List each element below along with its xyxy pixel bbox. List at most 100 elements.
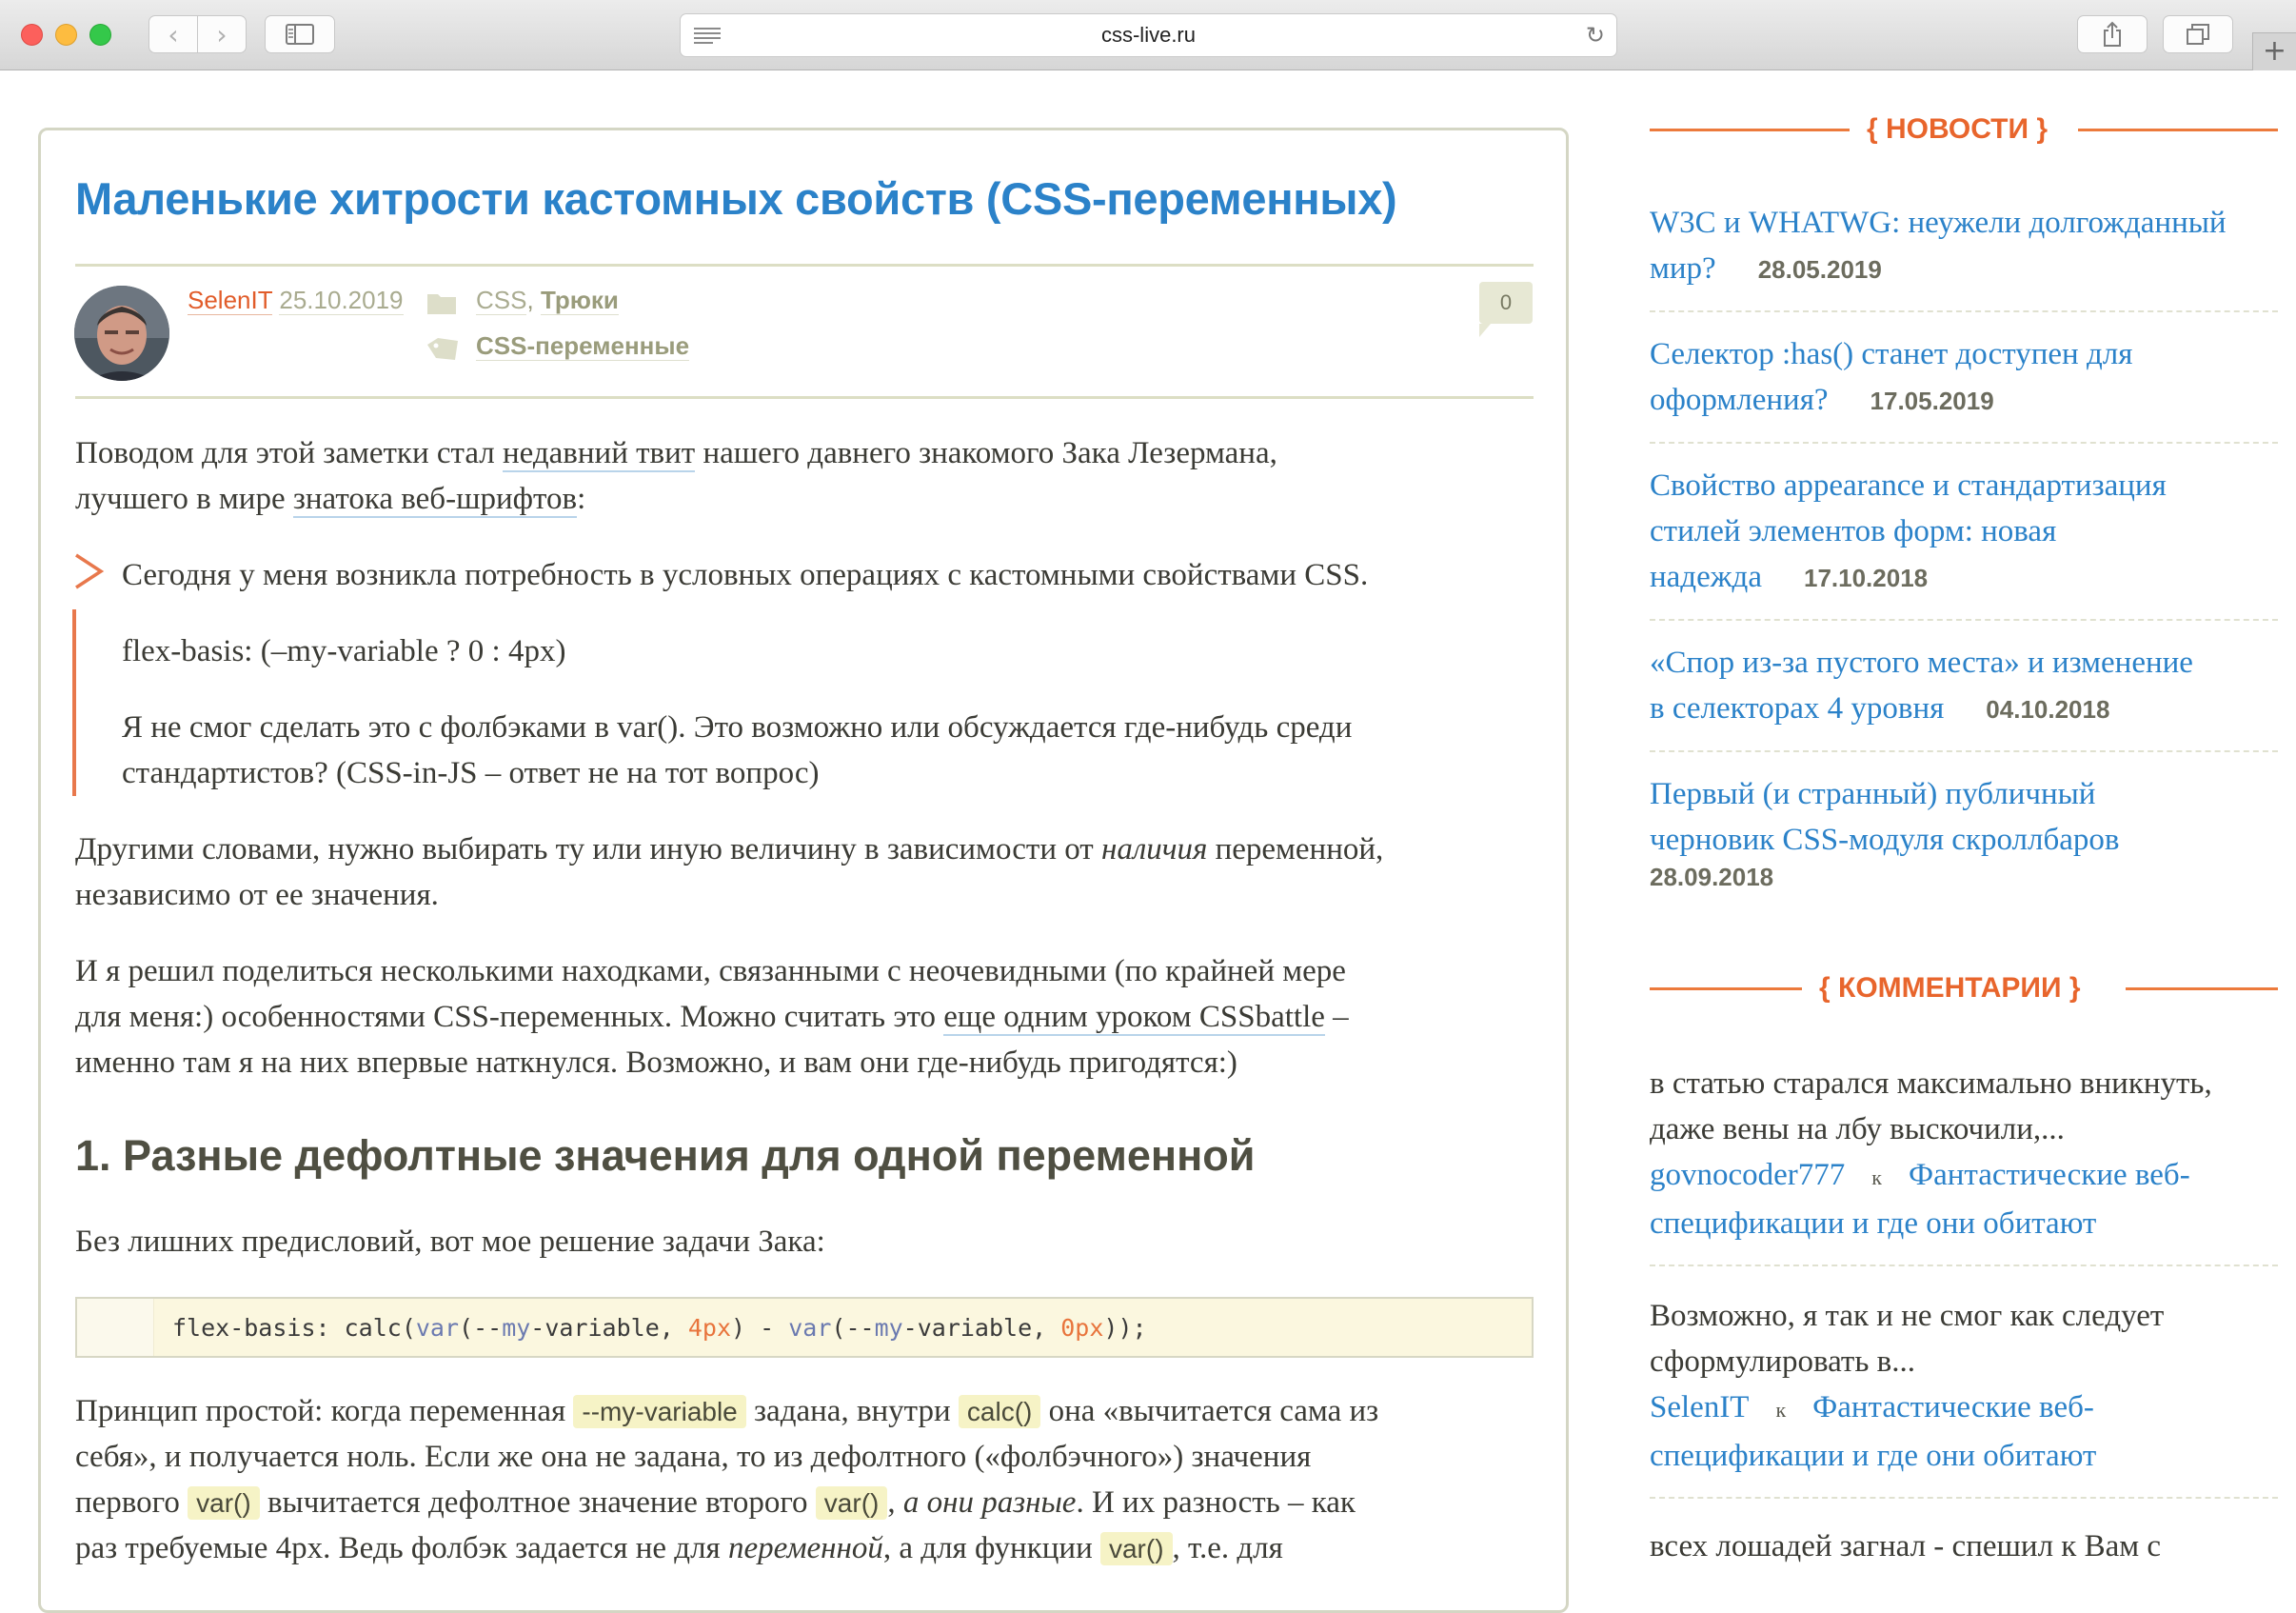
news-title[interactable]: в селекторах 4 уровня <box>1650 691 1944 726</box>
blockquote-border <box>72 609 76 796</box>
paragraph-line: Другими словами, нужно выбирать ту или и… <box>75 832 1384 866</box>
category-link-tricks[interactable]: Трюки <box>540 286 619 315</box>
minimize-window-button[interactable] <box>55 24 77 46</box>
divider <box>75 396 1534 399</box>
comment-article-link[interactable]: спецификации и где они обитают <box>1650 1433 2296 1479</box>
folder-icon <box>427 294 456 314</box>
comments-header-label: { КОММЕНТАРИИ } <box>1819 972 2081 1004</box>
category-link-css[interactable]: CSS <box>476 286 527 315</box>
comment-excerpt: Возможно, я так и не смог как следует <box>1650 1299 2165 1333</box>
paragraph-line: именно там я на них впервые наткнулся. В… <box>75 1045 1237 1080</box>
news-title[interactable]: Свойство appearance и стандартизация <box>1650 463 2278 508</box>
sidebar-toggle-button[interactable] <box>265 15 335 53</box>
paragraph-line: Принцип простой: когда переменная --my-v… <box>75 1394 1379 1428</box>
blockquote-text: flex-basis: (–my-variable ? 0 : 4px) <box>122 634 566 668</box>
comment-author-link[interactable]: govnocoder777 <box>1650 1158 1845 1192</box>
code-line: flex-basis: calc(var(--my-variable, 4px)… <box>172 1314 1147 1342</box>
comment-excerpt: сформулировать в... <box>1650 1344 1915 1379</box>
news-title[interactable]: черновик CSS-модуля скроллбаров <box>1650 817 2278 863</box>
comment-excerpt: даже вены на лбу выскочили,... <box>1650 1112 2065 1146</box>
quote-arrow-icon <box>75 553 105 589</box>
inline-code: --my-variable <box>573 1395 746 1428</box>
post-tags: CSS-переменные <box>476 331 690 361</box>
tag-link[interactable]: CSS-переменные <box>476 331 690 361</box>
sidebar-separator <box>1650 442 2278 446</box>
news-date: 04.10.2018 <box>1986 695 2110 724</box>
comment-author-link[interactable]: SelenIT <box>1650 1390 1749 1424</box>
sidebar-separator <box>1650 1497 2278 1501</box>
comment-excerpt: всех лошадей загнал - спешил к Вам с <box>1650 1529 2162 1563</box>
news-title[interactable]: Селектор :has() станет доступен для <box>1650 331 2278 377</box>
comment-article-link[interactable]: Фантастические веб- <box>1812 1390 2094 1424</box>
inline-code: var() <box>188 1486 260 1520</box>
author-avatar[interactable] <box>74 286 169 381</box>
comment-item: в статью старался максимально вникнуть, … <box>1650 1061 2296 1246</box>
tabs-icon <box>2187 24 2209 45</box>
comments-count-badge[interactable]: 0 <box>1479 282 1533 337</box>
comment-article-link[interactable]: Фантастические веб- <box>1909 1158 2190 1192</box>
tag-icon <box>427 338 458 360</box>
news-title[interactable]: W3C и WHATWG: неужели долгожданный <box>1650 200 2278 246</box>
share-button[interactable] <box>2077 15 2148 53</box>
news-item[interactable]: Селектор :has() станет доступен для офор… <box>1650 331 2278 423</box>
intro-line: Поводом для этой заметки стал недавний т… <box>75 436 1277 472</box>
sidebar-separator <box>1650 1265 2278 1268</box>
back-icon[interactable]: ‹ <box>149 16 197 52</box>
navigation-buttons: ‹ › <box>148 15 247 53</box>
post-categories: CSS, Трюки <box>476 286 619 315</box>
blockquote-text: Сегодня у меня возникла потребность в ус… <box>122 558 1369 592</box>
inline-code: var() <box>1099 1532 1173 1565</box>
reload-icon[interactable]: ↻ <box>1586 22 1605 49</box>
news-title[interactable]: Первый (и странный) публичный <box>1650 771 2278 817</box>
cssbattle-link[interactable]: еще одним уроком CSSbattle <box>943 1000 1325 1036</box>
news-date: 17.05.2019 <box>1870 387 1994 415</box>
author-link[interactable]: SelenIT <box>188 286 273 315</box>
code-gutter <box>77 1299 154 1356</box>
sidebar-icon <box>286 24 314 45</box>
news-item[interactable]: W3C и WHATWG: неужели долгожданный мир? 2… <box>1650 200 2278 291</box>
news-title[interactable]: надежда <box>1650 560 1762 594</box>
zoom-window-button[interactable] <box>89 24 111 46</box>
paragraph-line: для меня:) особенностями CSS-переменных.… <box>75 1000 1349 1036</box>
sidebar-separator <box>1650 310 2278 314</box>
tabs-overview-button[interactable] <box>2163 15 2233 53</box>
close-window-button[interactable] <box>21 24 43 46</box>
section-heading: 1. Разные дефолтные значения для одной п… <box>75 1131 1256 1180</box>
news-header-label: { НОВОСТИ } <box>1867 113 2049 145</box>
divider <box>75 264 1534 267</box>
share-icon <box>2104 21 2121 47</box>
news-item[interactable]: «Спор из-за пустого места» и изменение в… <box>1650 640 2278 731</box>
paragraph-line: первого var() вычитается дефолтное значе… <box>75 1485 1356 1520</box>
address-bar[interactable]: css-live.ru ↻ <box>680 13 1617 57</box>
comment-item: всех лошадей загнал - спешил к Вам с <box>1650 1523 2296 1569</box>
post-date: 25.10.2019 <box>279 286 404 315</box>
paragraph-line: себя», и получается ноль. Если же она не… <box>75 1440 1312 1474</box>
paragraph-line: И я решил поделиться несколькими находка… <box>75 954 1346 988</box>
news-date: 17.10.2018 <box>1803 564 1929 592</box>
new-tab-button[interactable]: + <box>2252 32 2296 70</box>
recent-tweet-link[interactable]: недавний твит <box>502 436 696 472</box>
inline-code: var() <box>815 1486 888 1520</box>
forward-icon[interactable]: › <box>197 16 246 52</box>
news-title[interactable]: стилей элементов форм: новая <box>1650 508 2278 554</box>
category-separator: , <box>526 286 534 314</box>
paragraph-line: Без лишних предисловий, вот мое решение … <box>75 1225 825 1259</box>
article-title[interactable]: Маленькие хитрости кастомных свойств (CS… <box>75 172 1397 225</box>
comment-item: Возможно, я так и не смог как следует сф… <box>1650 1293 2296 1479</box>
news-title[interactable]: «Спор из-за пустого места» и изменение <box>1650 640 2278 686</box>
comment-article-link[interactable]: спецификации и где они обитают <box>1650 1201 2296 1246</box>
blockquote-text: стандартистов? (CSS-in-JS – ответ не на … <box>122 756 820 790</box>
sidebar-separator <box>1650 750 2278 754</box>
intro-line: лучшего в мире знатока веб-шрифтов: <box>75 482 586 518</box>
inline-code: calc() <box>958 1395 1041 1428</box>
news-date: 28.05.2019 <box>1757 255 1882 284</box>
comments-section-header: { КОММЕНТАРИИ } <box>1650 969 2278 1007</box>
news-item[interactable]: Свойство appearance и стандартизация сти… <box>1650 463 2278 600</box>
news-date: 28.09.2018 <box>1650 863 1774 891</box>
news-item[interactable]: Первый (и странный) публичный черновик C… <box>1650 771 2278 892</box>
code-block[interactable]: flex-basis: calc(var(--my-variable, 4px)… <box>75 1297 1534 1358</box>
news-title[interactable]: оформления? <box>1650 383 1829 417</box>
sidebar-separator <box>1650 619 2278 623</box>
news-title[interactable]: мир? <box>1650 251 1716 286</box>
font-expert-link[interactable]: знатока веб-шрифтов <box>292 482 578 518</box>
